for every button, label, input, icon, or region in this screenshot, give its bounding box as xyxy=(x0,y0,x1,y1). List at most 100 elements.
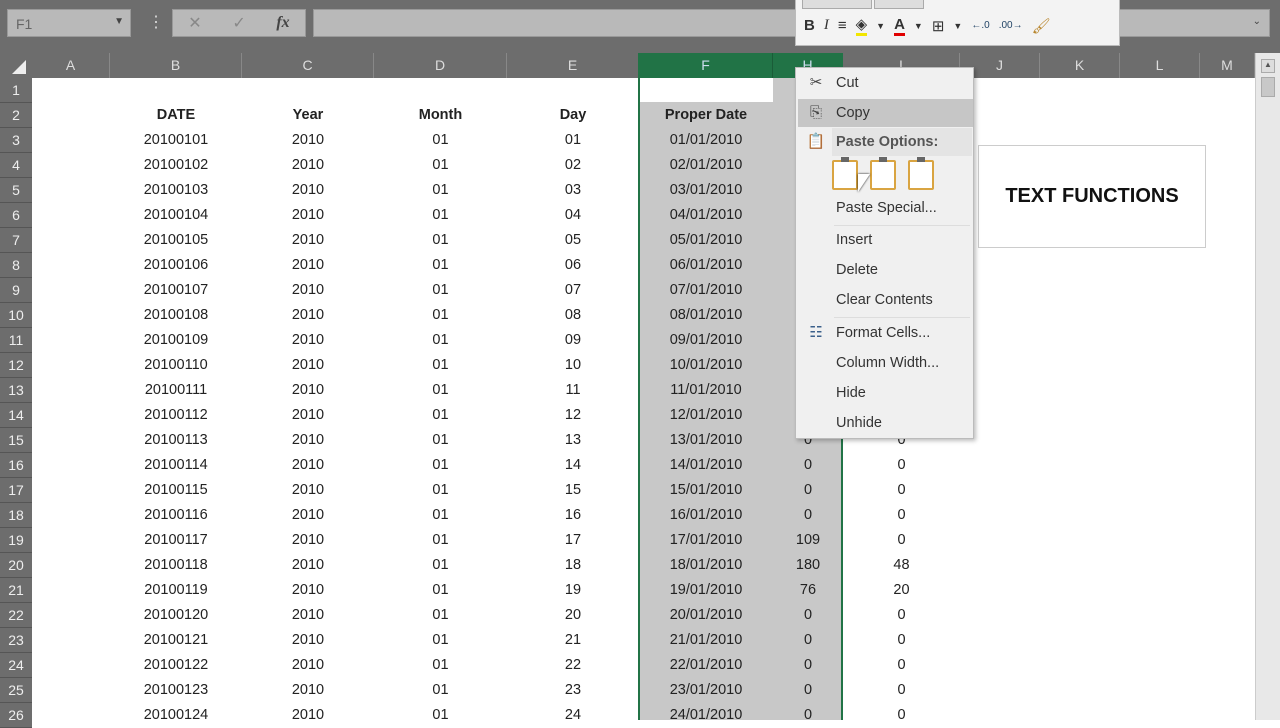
menu-item-paste-special[interactable]: Paste Special... xyxy=(798,194,973,222)
cell-proper-date[interactable]: 10/01/2010 xyxy=(639,353,773,378)
cell-day[interactable]: 13 xyxy=(507,428,639,453)
menu-item-hide[interactable]: Hide xyxy=(798,379,973,407)
text-functions-box[interactable]: TEXT FUNCTIONS xyxy=(978,145,1206,248)
column-header-c[interactable]: C xyxy=(242,53,374,78)
header-date[interactable]: DATE xyxy=(110,103,242,128)
cancel-icon[interactable]: ✕ xyxy=(188,13,201,33)
select-all-button[interactable] xyxy=(0,53,32,78)
expand-formula-icon[interactable]: ⌄ xyxy=(1253,16,1261,27)
cell-year[interactable]: 2010 xyxy=(242,228,374,253)
cell-day[interactable]: 23 xyxy=(507,678,639,703)
cell-month[interactable]: 01 xyxy=(374,603,507,628)
cell-date[interactable]: 20100121 xyxy=(110,628,242,653)
cell-proper-date[interactable]: 16/01/2010 xyxy=(639,503,773,528)
cell-month[interactable]: 01 xyxy=(374,328,507,353)
vertical-scrollbar[interactable]: ▲ xyxy=(1255,53,1280,720)
font-size-box[interactable] xyxy=(874,0,924,9)
cell-i[interactable]: 0 xyxy=(843,503,960,528)
cell-month[interactable]: 01 xyxy=(374,128,507,153)
column-header-d[interactable]: D xyxy=(374,53,507,78)
row-header[interactable]: 8 xyxy=(0,253,32,278)
cell-day[interactable]: 08 xyxy=(507,303,639,328)
row-header[interactable]: 17 xyxy=(0,478,32,503)
cell-day[interactable]: 11 xyxy=(507,378,639,403)
menu-item-delete[interactable]: Delete xyxy=(798,256,973,284)
paste-formatting-icon[interactable] xyxy=(870,157,896,190)
cell-date[interactable]: 20100108 xyxy=(110,303,242,328)
cell-date[interactable]: 20100122 xyxy=(110,653,242,678)
cell-day[interactable]: 06 xyxy=(507,253,639,278)
cell-year[interactable]: 2010 xyxy=(242,578,374,603)
cell-proper-date[interactable]: 11/01/2010 xyxy=(639,378,773,403)
cell-h[interactable]: 0 xyxy=(773,503,843,528)
increase-decimal-icon[interactable]: ←.0 xyxy=(971,20,989,31)
drag-handle-icon[interactable]: ⋮ xyxy=(148,12,164,32)
row-header[interactable]: 3 xyxy=(0,128,32,153)
chevron-down-icon[interactable]: ▼ xyxy=(914,21,923,31)
cell-year[interactable]: 2010 xyxy=(242,203,374,228)
cell-h[interactable]: 109 xyxy=(773,528,843,553)
row-header[interactable]: 18 xyxy=(0,503,32,528)
cell-date[interactable]: 20100109 xyxy=(110,328,242,353)
cell-date[interactable]: 20100118 xyxy=(110,553,242,578)
cell-date[interactable]: 20100101 xyxy=(110,128,242,153)
cell-date[interactable]: 20100124 xyxy=(110,703,242,728)
cell-proper-date[interactable]: 03/01/2010 xyxy=(639,178,773,203)
row-header[interactable]: 16 xyxy=(0,453,32,478)
menu-item-insert[interactable]: Insert xyxy=(798,226,973,254)
cell-year[interactable]: 2010 xyxy=(242,128,374,153)
cell-proper-date[interactable]: 06/01/2010 xyxy=(639,253,773,278)
cell-date[interactable]: 20100119 xyxy=(110,578,242,603)
cell-h[interactable]: 0 xyxy=(773,653,843,678)
cell-h[interactable]: 180 xyxy=(773,553,843,578)
cell-i[interactable]: 0 xyxy=(843,703,960,728)
fill-color-icon[interactable]: ◈ xyxy=(855,15,868,36)
scroll-thumb[interactable] xyxy=(1261,77,1275,97)
cell-h[interactable]: 0 xyxy=(773,703,843,728)
cell-day[interactable]: 22 xyxy=(507,653,639,678)
cell-month[interactable]: 01 xyxy=(374,453,507,478)
italic-button[interactable]: I xyxy=(824,17,829,34)
format-painter-icon[interactable]: 🖌 xyxy=(1032,17,1051,35)
cell-month[interactable]: 01 xyxy=(374,353,507,378)
row-header[interactable]: 1 xyxy=(0,78,32,103)
cell-year[interactable]: 2010 xyxy=(242,153,374,178)
borders-icon[interactable]: ⊞ xyxy=(932,17,945,35)
cell-year[interactable]: 2010 xyxy=(242,378,374,403)
cell-month[interactable]: 01 xyxy=(374,278,507,303)
cell-year[interactable]: 2010 xyxy=(242,528,374,553)
cell-i[interactable]: 0 xyxy=(843,678,960,703)
cell-date[interactable]: 20100120 xyxy=(110,603,242,628)
column-header-b[interactable]: B xyxy=(110,53,242,78)
cell-month[interactable]: 01 xyxy=(374,628,507,653)
cell-year[interactable]: 2010 xyxy=(242,278,374,303)
cell-month[interactable]: 01 xyxy=(374,153,507,178)
cell-month[interactable]: 01 xyxy=(374,378,507,403)
cell-date[interactable]: 20100102 xyxy=(110,153,242,178)
formula-input[interactable]: ⌄ xyxy=(313,9,1270,37)
cell-date[interactable]: 20100114 xyxy=(110,453,242,478)
row-header[interactable]: 25 xyxy=(0,678,32,703)
cell-day[interactable]: 12 xyxy=(507,403,639,428)
paste-values-icon[interactable] xyxy=(832,157,858,190)
cell-year[interactable]: 2010 xyxy=(242,403,374,428)
cell-h[interactable]: 76 xyxy=(773,578,843,603)
cell-proper-date[interactable]: 24/01/2010 xyxy=(639,703,773,728)
cell-day[interactable]: 24 xyxy=(507,703,639,728)
cell-h[interactable]: 0 xyxy=(773,678,843,703)
row-header[interactable]: 6 xyxy=(0,203,32,228)
cell-date[interactable]: 20100104 xyxy=(110,203,242,228)
cell-day[interactable]: 19 xyxy=(507,578,639,603)
cell-proper-date[interactable]: 22/01/2010 xyxy=(639,653,773,678)
menu-item-column-width[interactable]: Column Width... xyxy=(798,349,973,377)
cell-year[interactable]: 2010 xyxy=(242,503,374,528)
cell-day[interactable]: 03 xyxy=(507,178,639,203)
cell-day[interactable]: 21 xyxy=(507,628,639,653)
scroll-up-icon[interactable]: ▲ xyxy=(1261,59,1275,73)
cell-day[interactable]: 02 xyxy=(507,153,639,178)
row-header[interactable]: 2 xyxy=(0,103,32,128)
row-header[interactable]: 23 xyxy=(0,628,32,653)
cell-day[interactable]: 16 xyxy=(507,503,639,528)
row-header[interactable]: 5 xyxy=(0,178,32,203)
cell-proper-date[interactable]: 14/01/2010 xyxy=(639,453,773,478)
